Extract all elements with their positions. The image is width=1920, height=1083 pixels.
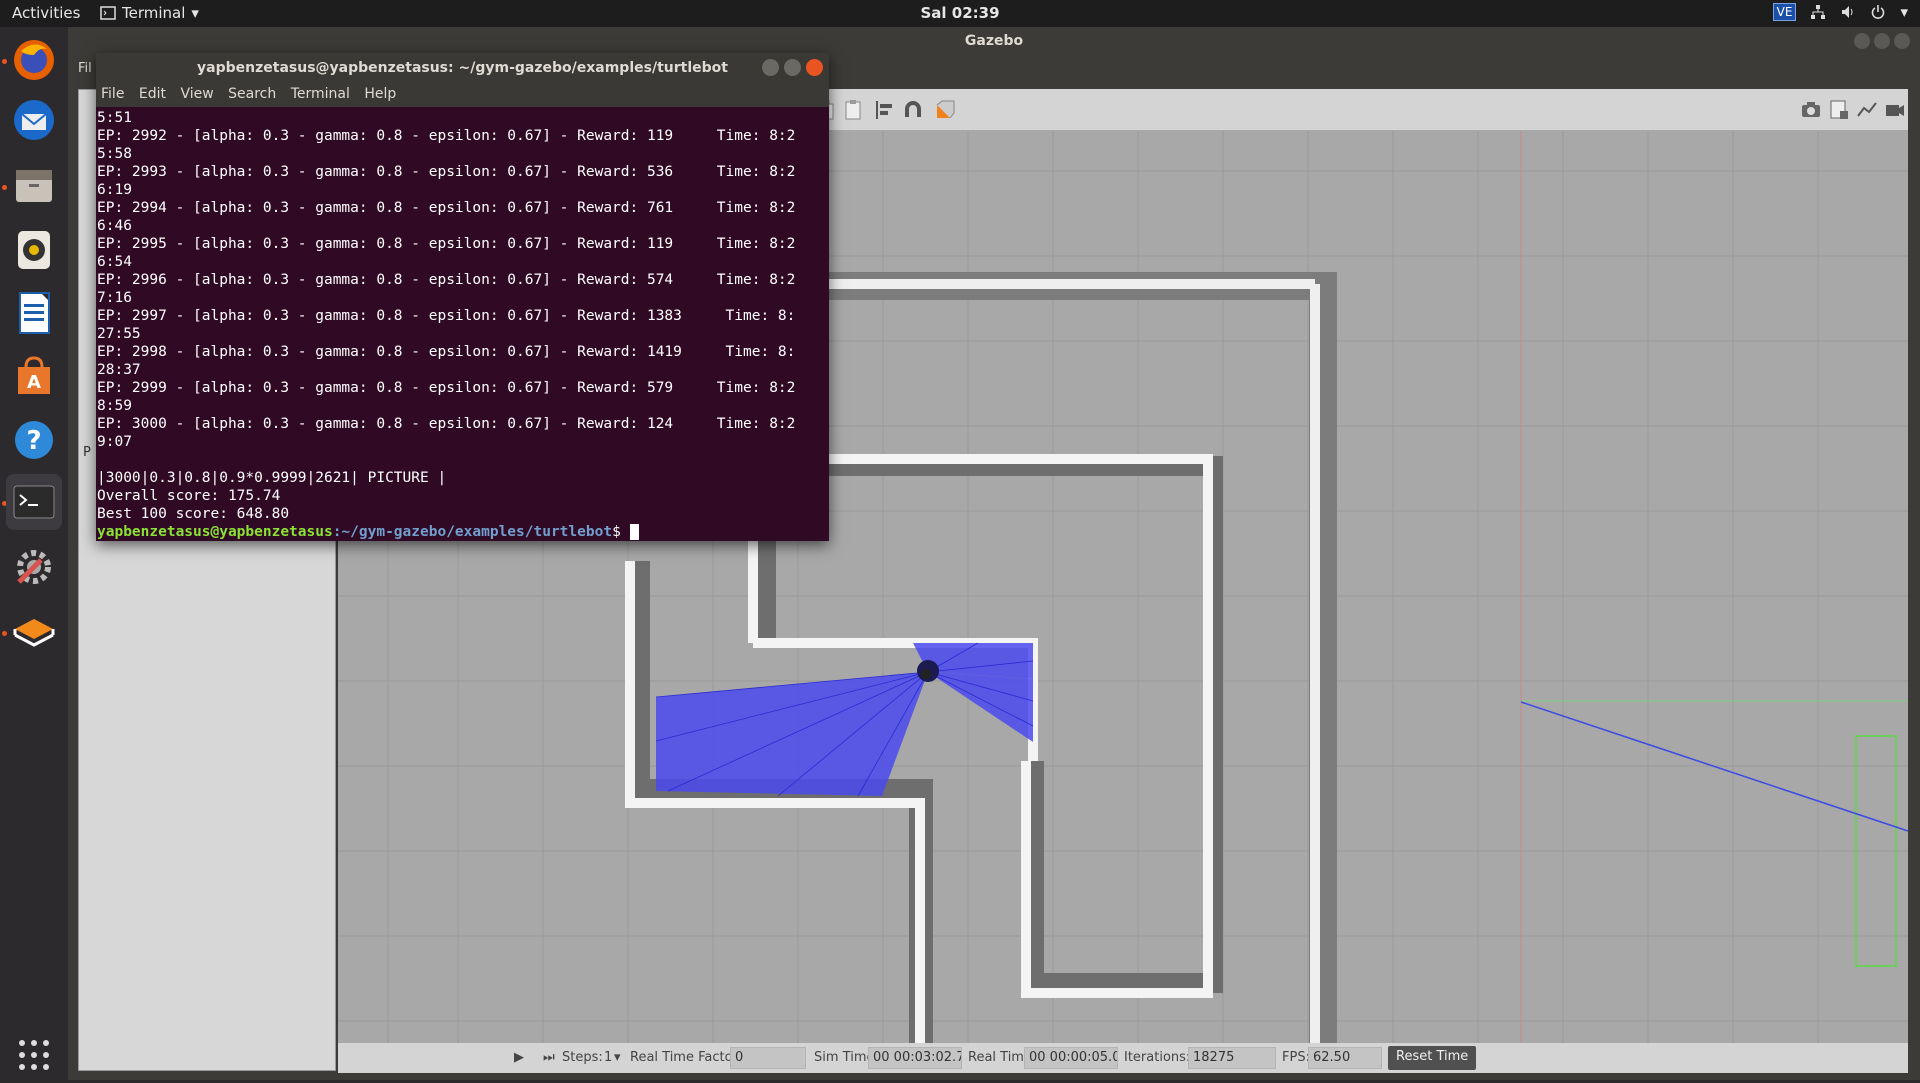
terminal-line: 9:07 [97, 434, 132, 450]
fps-value: 62.50 [1308, 1047, 1382, 1069]
app-menu-button[interactable]: Terminal ▾ [100, 4, 199, 22]
screenshot-icon[interactable] [1800, 99, 1822, 121]
help-icon[interactable]: ? [6, 412, 62, 468]
sim-time-value: 00 00:03:02.750 [868, 1047, 962, 1069]
ve-badge-icon[interactable]: VE [1772, 3, 1797, 21]
dock: A ? [0, 27, 68, 1080]
steps-label: Steps: [562, 1050, 603, 1065]
terminal-prompt[interactable]: yapbenzetasus@yapbenzetasus:~/gym-gazebo… [97, 523, 829, 541]
gazebo-titlebar[interactable]: Gazebo [68, 27, 1920, 55]
close-button[interactable] [1894, 33, 1910, 49]
paste-icon[interactable] [842, 99, 864, 121]
power-icon [1872, 5, 1885, 19]
rtf-label: Real Time Factor: [630, 1050, 743, 1065]
terminal-icon[interactable] [6, 474, 62, 530]
terminal-line: EP: 2993 - [alpha: 0.3 - gamma: 0.8 - ep… [97, 164, 796, 180]
terminal-window[interactable]: yapbenzetasus@yapbenzetasus: ~/gym-gazeb… [96, 53, 829, 541]
prompt-path: :~/gym-gazebo/examples/turtlebot [332, 524, 613, 540]
snap-icon[interactable] [902, 99, 924, 121]
files-icon[interactable] [6, 157, 62, 213]
rtf-value: 0 [730, 1047, 806, 1069]
terminal-line: Best 100 score: 648.80 [97, 506, 290, 522]
terminal-line: 6:54 [97, 254, 132, 270]
top-bar: Activities Terminal ▾ Sal 02:39 VE ▾ [0, 0, 1920, 27]
software-store-icon[interactable]: A [6, 349, 62, 405]
volume-icon [1842, 6, 1853, 18]
chevron-down-icon: ▾ [1900, 3, 1908, 21]
activities-button[interactable]: Activities [12, 4, 80, 22]
menu-terminal[interactable]: Terminal [286, 83, 355, 102]
network-icon [1811, 5, 1826, 19]
menu-search[interactable]: Search [223, 83, 281, 102]
menu-edit[interactable]: Edit [134, 83, 171, 102]
real-time-value: 00 00:00:05.069 [1024, 1047, 1118, 1069]
show-applications-icon[interactable] [6, 1027, 62, 1083]
terminal-output[interactable]: 5:51 EP: 2992 - [alpha: 0.3 - gamma: 0.8 … [96, 107, 829, 541]
chevron-down-icon: ▾ [191, 4, 199, 22]
minimize-button[interactable] [762, 59, 779, 76]
terminal-line: 7:16 [97, 290, 132, 306]
terminal-line: EP: 2999 - [alpha: 0.3 - gamma: 0.8 - ep… [97, 380, 796, 396]
maximize-button[interactable] [1874, 33, 1890, 49]
maximize-button[interactable] [784, 59, 801, 76]
iterations-value: 18275 [1188, 1047, 1276, 1069]
log-icon[interactable] [1828, 99, 1850, 121]
terminal-line: EP: 2994 - [alpha: 0.3 - gamma: 0.8 - ep… [97, 200, 796, 216]
terminal-line: 5:51 [97, 110, 132, 126]
terminal-line: 28:37 [97, 362, 141, 378]
fps-label: FPS: [1282, 1050, 1310, 1065]
rhythmbox-icon[interactable] [6, 222, 62, 278]
terminal-menubar: File Edit View Search Terminal Help [96, 83, 829, 107]
step-icon[interactable]: ⏭ [543, 1050, 555, 1065]
view-angle-icon[interactable] [934, 99, 956, 121]
terminal-line: 27:55 [97, 326, 141, 342]
app-menu-label: Terminal [122, 4, 186, 22]
svg-text:A: A [27, 372, 41, 393]
terminal-line: EP: 2997 - [alpha: 0.3 - gamma: 0.8 - ep… [97, 308, 796, 324]
iterations-label: Iterations: [1124, 1050, 1191, 1065]
terminal-line: EP: 2992 - [alpha: 0.3 - gamma: 0.8 - ep… [97, 128, 796, 144]
play-icon[interactable]: ▶ [514, 1050, 524, 1065]
gazebo-icon[interactable] [6, 604, 62, 660]
terminal-window-controls [762, 59, 823, 76]
terminal-line: EP: 2995 - [alpha: 0.3 - gamma: 0.8 - ep… [97, 236, 796, 252]
firefox-icon[interactable] [6, 32, 62, 88]
clock[interactable]: Sal 02:39 [0, 4, 1920, 22]
steps-dropdown-icon[interactable]: ▾ [614, 1050, 621, 1065]
settings-icon[interactable] [6, 539, 62, 595]
gazebo-menu-file[interactable]: Fil [78, 61, 92, 76]
gazebo-bottom-bar: ▶ ⏭ Steps: 1 ▾ Real Time Factor: 0 Sim T… [338, 1043, 1908, 1073]
reset-time-button[interactable]: Reset Time [1388, 1046, 1477, 1070]
writer-icon[interactable] [6, 285, 62, 341]
align-icon[interactable] [874, 99, 896, 121]
terminal-line: 5:58 [97, 146, 132, 162]
thunderbird-icon[interactable] [6, 92, 62, 148]
svg-text:?: ? [26, 426, 41, 456]
terminal-line: EP: 3000 - [alpha: 0.3 - gamma: 0.8 - ep… [97, 416, 796, 432]
terminal-app-icon [100, 6, 116, 20]
terminal-line: 6:46 [97, 218, 132, 234]
terminal-titlebar[interactable]: yapbenzetasus@yapbenzetasus: ~/gym-gazeb… [96, 53, 829, 83]
terminal-line: 6:19 [97, 182, 132, 198]
menu-file[interactable]: File [96, 83, 129, 102]
terminal-line: Overall score: 175.74 [97, 488, 281, 504]
video-record-icon[interactable] [1884, 99, 1906, 121]
close-button[interactable] [806, 59, 823, 76]
prompt-symbol: $ [612, 524, 630, 540]
menu-view[interactable]: View [175, 83, 218, 102]
plot-icon[interactable] [1856, 99, 1878, 121]
left-panel-tab-label[interactable]: P [83, 445, 91, 460]
text-cursor [629, 524, 639, 540]
menu-help[interactable]: Help [359, 83, 401, 102]
terminal-line: 8:59 [97, 398, 132, 414]
minimize-button[interactable] [1854, 33, 1870, 49]
prompt-user: yapbenzetasus@yapbenzetasus [97, 524, 333, 540]
steps-value[interactable]: 1 [604, 1050, 612, 1065]
terminal-line: |3000|0.3|0.8|0.9*0.9999|2621| PICTURE | [97, 470, 447, 486]
terminal-line: EP: 2996 - [alpha: 0.3 - gamma: 0.8 - ep… [97, 272, 796, 288]
terminal-line: EP: 2998 - [alpha: 0.3 - gamma: 0.8 - ep… [97, 344, 796, 360]
system-tray[interactable]: VE ▾ [1772, 3, 1908, 21]
gazebo-window-controls [1854, 33, 1910, 49]
